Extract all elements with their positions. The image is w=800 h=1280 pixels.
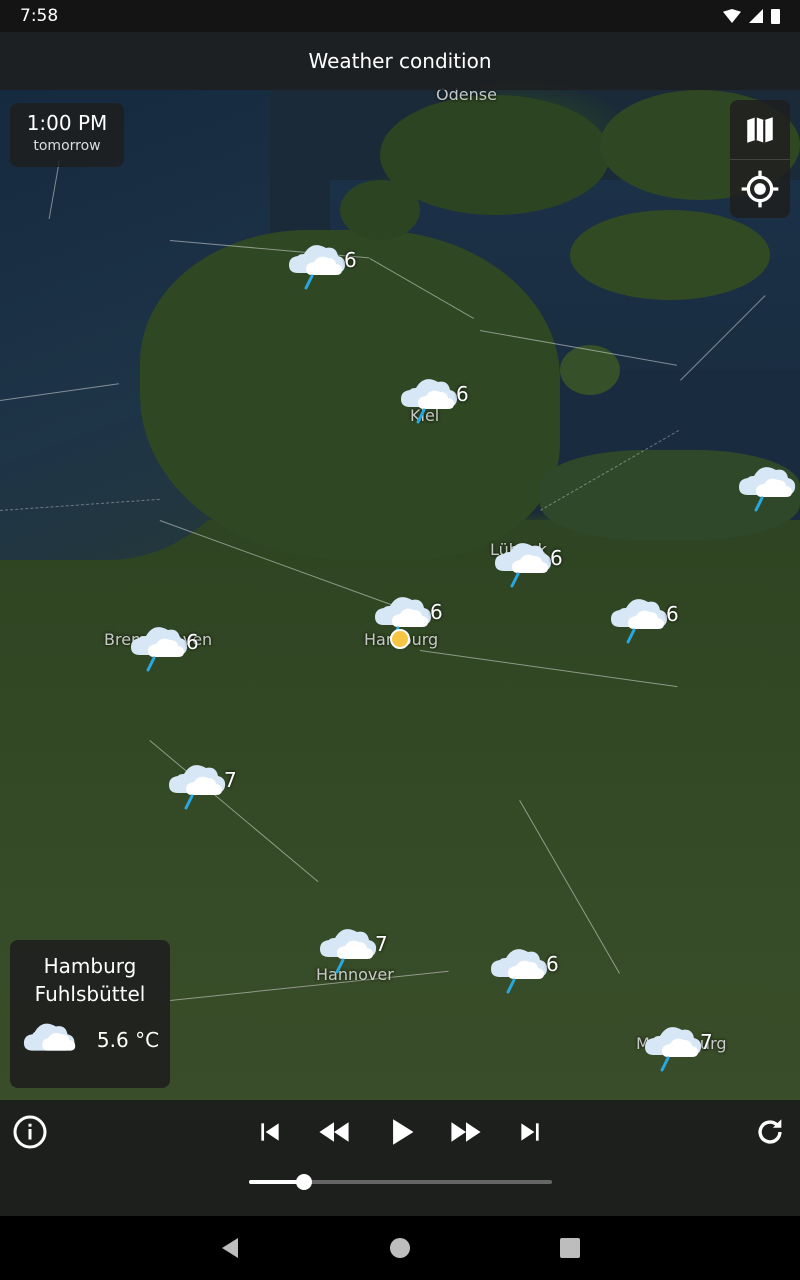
playback-controls (0, 1100, 800, 1216)
timeline-thumb[interactable] (295, 1174, 312, 1190)
island-lolland (570, 210, 770, 300)
skip-to-start-button[interactable] (248, 1112, 292, 1152)
back-icon (222, 1238, 238, 1258)
weather-marker[interactable] (734, 462, 800, 522)
rain-cloud-icon (284, 240, 348, 290)
fast-forward-icon (451, 1122, 481, 1142)
rain-cloud-icon (640, 1022, 704, 1072)
skip-to-end-button[interactable] (508, 1112, 552, 1152)
rain-cloud-icon (490, 538, 554, 588)
temperature-value: 7 (375, 932, 388, 956)
fast-forward-button[interactable] (444, 1112, 488, 1152)
gps-icon (741, 170, 779, 208)
home-icon (390, 1238, 410, 1258)
temperature-value: 7 (700, 1030, 713, 1054)
weather-marker[interactable]: 6 (284, 240, 364, 300)
weather-marker[interactable]: 6 (126, 622, 206, 682)
temperature-value: 6 (550, 546, 563, 570)
weather-marker[interactable]: 6 (370, 592, 450, 652)
temperature-value: 6 (456, 382, 469, 406)
app-bar: Weather condition (0, 32, 800, 90)
weather-marker[interactable]: 6 (606, 594, 686, 654)
rewind-button[interactable] (312, 1112, 356, 1152)
forecast-day: tomorrow (33, 138, 101, 154)
temperature-value: 7 (224, 768, 237, 792)
rain-cloud-icon (606, 594, 670, 644)
play-icon (393, 1119, 414, 1145)
refresh-button[interactable] (748, 1112, 792, 1152)
weather-marker[interactable]: 6 (486, 944, 566, 1004)
timeline-slider[interactable] (249, 1174, 552, 1190)
wifi-icon (723, 9, 741, 23)
station-temperature: 5.6 °C (96, 1028, 160, 1052)
rain-cloud-icon (126, 622, 190, 672)
skip-next-icon (521, 1123, 539, 1141)
page-title: Weather condition (308, 49, 492, 73)
rain-cloud-icon (315, 924, 379, 974)
info-button[interactable] (8, 1112, 52, 1152)
rain-cloud-icon (486, 944, 550, 994)
weather-marker[interactable]: 7 (164, 760, 244, 820)
status-icons (723, 8, 780, 24)
island-als (340, 180, 420, 240)
recents-icon (560, 1238, 580, 1258)
play-button[interactable] (380, 1112, 424, 1152)
temperature-value: 6 (666, 602, 679, 626)
forecast-time-value: 1:00 PM (26, 111, 108, 135)
home-button[interactable] (388, 1236, 412, 1260)
weather-marker[interactable]: 6 (396, 374, 476, 434)
refresh-icon (758, 1119, 782, 1144)
navigation-bar (0, 1216, 800, 1280)
temperature-value: 6 (186, 630, 199, 654)
recents-button[interactable] (558, 1236, 582, 1260)
rain-cloud-icon (734, 462, 798, 512)
temperature-value: 6 (430, 600, 443, 624)
current-location-marker[interactable] (390, 629, 410, 649)
temperature-value: 6 (546, 952, 559, 976)
back-button[interactable] (218, 1236, 242, 1260)
weather-marker[interactable]: 7 (640, 1022, 720, 1082)
map-controls (730, 100, 790, 218)
map-icon (747, 116, 773, 143)
skip-previous-icon (261, 1123, 279, 1141)
my-location-button[interactable] (730, 159, 790, 218)
weather-marker[interactable]: 6 (490, 538, 570, 598)
station-name: Hamburg (43, 954, 137, 978)
cloud-icon (21, 1020, 83, 1060)
battery-icon (771, 8, 780, 24)
rewind-icon (319, 1122, 349, 1142)
status-bar: 7:58 (0, 0, 800, 32)
map-layer-button[interactable] (730, 100, 790, 159)
rain-cloud-icon (164, 760, 228, 810)
status-time: 7:58 (20, 6, 59, 26)
temperature-value: 6 (344, 248, 357, 272)
rain-cloud-icon (396, 374, 460, 424)
info-icon (13, 1115, 47, 1149)
signal-icon (749, 9, 763, 23)
station-name-detail: Fuhlsbüttel (34, 982, 146, 1006)
station-info-panel[interactable]: Hamburg Fuhlsbüttel 5.6 °C (10, 940, 170, 1088)
weather-marker[interactable]: 7 (315, 924, 395, 984)
forecast-time: 1:00 PM tomorrow (10, 103, 124, 167)
